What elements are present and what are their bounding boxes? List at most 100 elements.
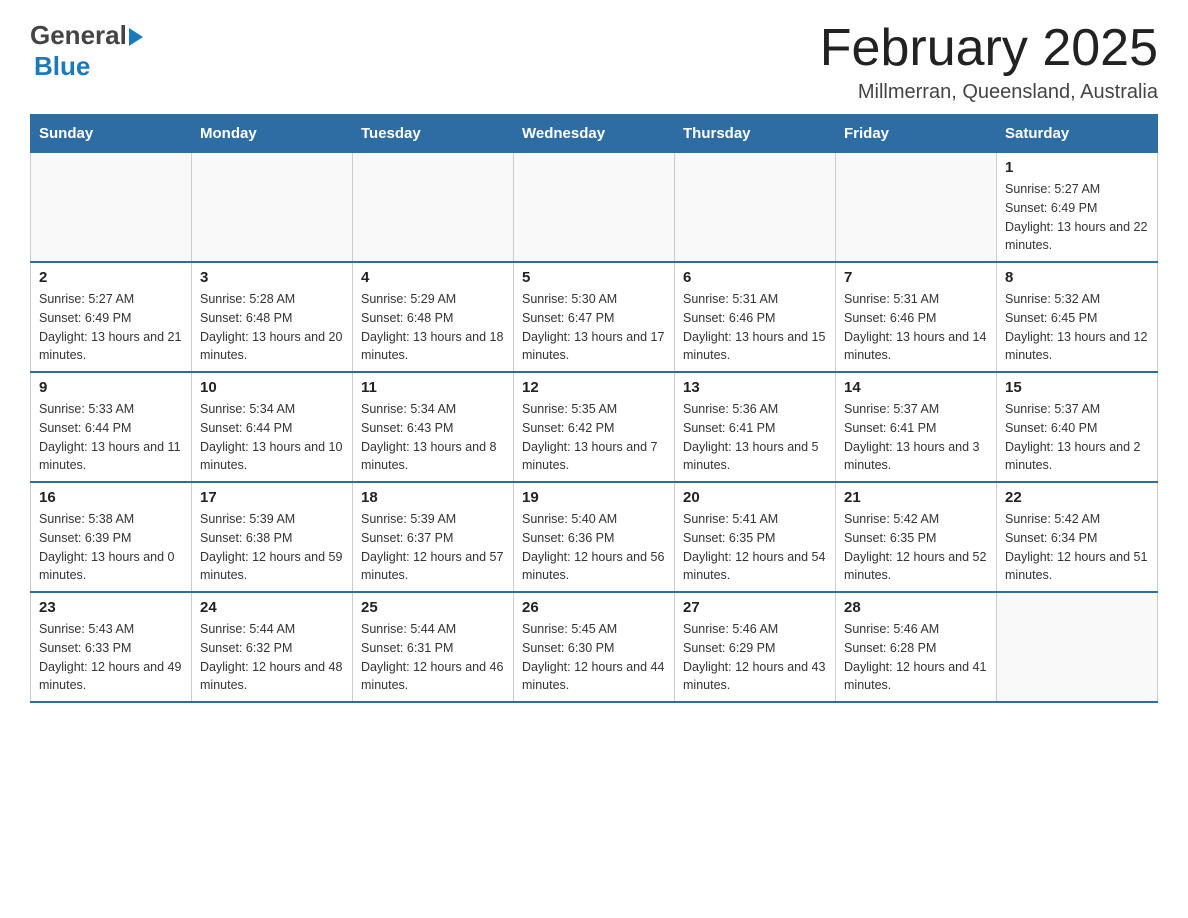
- day-info: Sunrise: 5:30 AMSunset: 6:47 PMDaylight:…: [522, 290, 666, 365]
- day-number: 10: [200, 379, 344, 396]
- day-number: 5: [522, 269, 666, 286]
- day-number: 17: [200, 489, 344, 506]
- day-info: Sunrise: 5:44 AMSunset: 6:31 PMDaylight:…: [361, 620, 505, 695]
- table-row: 11 Sunrise: 5:34 AMSunset: 6:43 PMDayligh…: [353, 372, 514, 482]
- table-row: 26 Sunrise: 5:45 AMSunset: 6:30 PMDayligh…: [514, 592, 675, 702]
- table-row: 1 Sunrise: 5:27 AMSunset: 6:49 PMDaylight…: [997, 153, 1158, 263]
- day-number: 14: [844, 379, 988, 396]
- col-saturday: Saturday: [997, 115, 1158, 153]
- table-row: 18 Sunrise: 5:39 AMSunset: 6:37 PMDayligh…: [353, 482, 514, 592]
- table-row: 4 Sunrise: 5:29 AMSunset: 6:48 PMDaylight…: [353, 262, 514, 372]
- calendar-week-row: 9Sunrise: 5:33 AMSunset: 6:44 PMDaylight…: [31, 372, 1158, 482]
- calendar-header-row: Sunday Monday Tuesday Wednesday Thursday…: [31, 115, 1158, 153]
- day-info: Sunrise: 5:39 AMSunset: 6:37 PMDaylight:…: [361, 510, 505, 585]
- table-row: 12Sunrise: 5:35 AMSunset: 6:42 PMDayligh…: [514, 372, 675, 482]
- day-number: 20: [683, 489, 827, 506]
- logo-blue-text: Blue: [34, 51, 90, 82]
- col-tuesday: Tuesday: [353, 115, 514, 153]
- day-info: Sunrise: 5:29 AMSunset: 6:48 PMDaylight:…: [361, 290, 505, 365]
- table-row: 14 Sunrise: 5:37 AMSunset: 6:41 PMDayligh…: [836, 372, 997, 482]
- table-row: 27Sunrise: 5:46 AMSunset: 6:29 PMDayligh…: [675, 592, 836, 702]
- day-number: 1: [1005, 159, 1149, 176]
- table-row: 13 Sunrise: 5:36 AMSunset: 6:41 PMDayligh…: [675, 372, 836, 482]
- calendar-week-row: 16 Sunrise: 5:38 AMSunset: 6:39 PMDayligh…: [31, 482, 1158, 592]
- table-row: 2 Sunrise: 5:27 AMSunset: 6:49 PMDaylight…: [31, 262, 192, 372]
- table-row: 24 Sunrise: 5:44 AMSunset: 6:32 PMDayligh…: [192, 592, 353, 702]
- table-row: 9Sunrise: 5:33 AMSunset: 6:44 PMDaylight…: [31, 372, 192, 482]
- day-info: Sunrise: 5:32 AMSunset: 6:45 PMDaylight:…: [1005, 290, 1149, 365]
- table-row: 19Sunrise: 5:40 AMSunset: 6:36 PMDayligh…: [514, 482, 675, 592]
- col-thursday: Thursday: [675, 115, 836, 153]
- table-row: 20 Sunrise: 5:41 AMSunset: 6:35 PMDayligh…: [675, 482, 836, 592]
- day-number: 25: [361, 599, 505, 616]
- day-number: 4: [361, 269, 505, 286]
- day-number: 27: [683, 599, 827, 616]
- table-row: [31, 153, 192, 263]
- day-info: Sunrise: 5:42 AMSunset: 6:35 PMDaylight:…: [844, 510, 988, 585]
- day-info: Sunrise: 5:37 AMSunset: 6:40 PMDaylight:…: [1005, 400, 1149, 475]
- day-number: 21: [844, 489, 988, 506]
- table-row: 3 Sunrise: 5:28 AMSunset: 6:48 PMDaylight…: [192, 262, 353, 372]
- day-number: 26: [522, 599, 666, 616]
- day-number: 28: [844, 599, 988, 616]
- day-number: 22: [1005, 489, 1149, 506]
- day-number: 8: [1005, 269, 1149, 286]
- day-info: Sunrise: 5:36 AMSunset: 6:41 PMDaylight:…: [683, 400, 827, 475]
- col-monday: Monday: [192, 115, 353, 153]
- day-info: Sunrise: 5:28 AMSunset: 6:48 PMDaylight:…: [200, 290, 344, 365]
- day-info: Sunrise: 5:31 AMSunset: 6:46 PMDaylight:…: [683, 290, 827, 365]
- table-row: 10 Sunrise: 5:34 AMSunset: 6:44 PMDayligh…: [192, 372, 353, 482]
- day-number: 15: [1005, 379, 1149, 396]
- calendar-week-row: 23Sunrise: 5:43 AMSunset: 6:33 PMDayligh…: [31, 592, 1158, 702]
- table-row: 21 Sunrise: 5:42 AMSunset: 6:35 PMDayligh…: [836, 482, 997, 592]
- table-row: [514, 153, 675, 263]
- day-info: Sunrise: 5:27 AMSunset: 6:49 PMDaylight:…: [39, 290, 183, 365]
- logo: General Blue: [30, 20, 147, 82]
- logo-general-text: General: [30, 20, 127, 51]
- day-number: 18: [361, 489, 505, 506]
- table-row: 8 Sunrise: 5:32 AMSunset: 6:45 PMDaylight…: [997, 262, 1158, 372]
- day-info: Sunrise: 5:37 AMSunset: 6:41 PMDaylight:…: [844, 400, 988, 475]
- day-info: Sunrise: 5:34 AMSunset: 6:44 PMDaylight:…: [200, 400, 344, 475]
- page-header: General Blue February 2025 Millmerran, Q…: [30, 20, 1158, 104]
- table-row: 17 Sunrise: 5:39 AMSunset: 6:38 PMDayligh…: [192, 482, 353, 592]
- day-number: 6: [683, 269, 827, 286]
- day-info: Sunrise: 5:27 AMSunset: 6:49 PMDaylight:…: [1005, 180, 1149, 255]
- day-number: 24: [200, 599, 344, 616]
- page-subtitle: Millmerran, Queensland, Australia: [820, 81, 1158, 104]
- table-row: 6 Sunrise: 5:31 AMSunset: 6:46 PMDaylight…: [675, 262, 836, 372]
- day-info: Sunrise: 5:38 AMSunset: 6:39 PMDaylight:…: [39, 510, 183, 585]
- day-info: Sunrise: 5:39 AMSunset: 6:38 PMDaylight:…: [200, 510, 344, 585]
- table-row: [675, 153, 836, 263]
- day-info: Sunrise: 5:43 AMSunset: 6:33 PMDaylight:…: [39, 620, 183, 695]
- day-number: 3: [200, 269, 344, 286]
- logo-arrow-icon: [129, 26, 147, 48]
- day-number: 7: [844, 269, 988, 286]
- day-info: Sunrise: 5:45 AMSunset: 6:30 PMDaylight:…: [522, 620, 666, 695]
- day-number: 13: [683, 379, 827, 396]
- table-row: 5 Sunrise: 5:30 AMSunset: 6:47 PMDaylight…: [514, 262, 675, 372]
- day-info: Sunrise: 5:41 AMSunset: 6:35 PMDaylight:…: [683, 510, 827, 585]
- table-row: 15 Sunrise: 5:37 AMSunset: 6:40 PMDayligh…: [997, 372, 1158, 482]
- day-info: Sunrise: 5:40 AMSunset: 6:36 PMDaylight:…: [522, 510, 666, 585]
- day-number: 16: [39, 489, 183, 506]
- table-row: [836, 153, 997, 263]
- day-info: Sunrise: 5:31 AMSunset: 6:46 PMDaylight:…: [844, 290, 988, 365]
- day-info: Sunrise: 5:42 AMSunset: 6:34 PMDaylight:…: [1005, 510, 1149, 585]
- day-info: Sunrise: 5:33 AMSunset: 6:44 PMDaylight:…: [39, 400, 183, 475]
- day-number: 12: [522, 379, 666, 396]
- day-number: 11: [361, 379, 505, 396]
- day-info: Sunrise: 5:44 AMSunset: 6:32 PMDaylight:…: [200, 620, 344, 695]
- day-info: Sunrise: 5:34 AMSunset: 6:43 PMDaylight:…: [361, 400, 505, 475]
- table-row: 7 Sunrise: 5:31 AMSunset: 6:46 PMDaylight…: [836, 262, 997, 372]
- table-row: [353, 153, 514, 263]
- col-sunday: Sunday: [31, 115, 192, 153]
- col-friday: Friday: [836, 115, 997, 153]
- calendar-week-row: 2 Sunrise: 5:27 AMSunset: 6:49 PMDaylight…: [31, 262, 1158, 372]
- title-block: February 2025 Millmerran, Queensland, Au…: [820, 20, 1158, 104]
- page-title: February 2025: [820, 20, 1158, 77]
- day-info: Sunrise: 5:46 AMSunset: 6:28 PMDaylight:…: [844, 620, 988, 695]
- day-number: 2: [39, 269, 183, 286]
- calendar-table: Sunday Monday Tuesday Wednesday Thursday…: [30, 114, 1158, 703]
- table-row: [192, 153, 353, 263]
